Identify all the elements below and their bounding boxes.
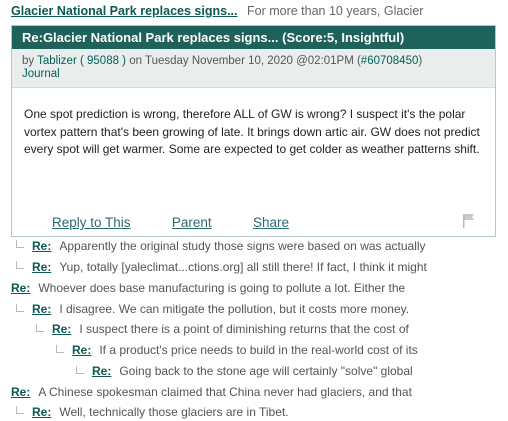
share-link[interactable]: Share: [253, 215, 289, 230]
reply-re-link[interactable]: Re:: [72, 343, 91, 357]
parent-story-link[interactable]: Glacier National Park replaces signs...: [11, 4, 238, 18]
comment-body: One spot prediction is wrong, therefore …: [24, 107, 480, 156]
author-link[interactable]: Tablizer: [37, 55, 77, 67]
reply-item: Re: I suspect there is a point of diminis…: [52, 322, 409, 336]
thread-line: [56, 345, 64, 353]
thread-line: [16, 240, 24, 248]
parent-story-snippet: For more than 10 years, Glacier: [246, 4, 424, 18]
meta-close-text: ): [418, 55, 423, 67]
reply-re-link[interactable]: Re:: [32, 260, 51, 274]
reply-to-this-link[interactable]: Reply to This: [52, 215, 131, 230]
meta-by-text: by: [22, 55, 38, 67]
reply-re-link[interactable]: Re:: [92, 364, 111, 378]
reply-snippet: Yup, totally [yaleclimat...ctions.org] a…: [59, 260, 427, 274]
reply-snippet: Apparently the original study those sign…: [59, 239, 426, 253]
reply-snippet: If a product's price needs to build in t…: [99, 343, 418, 357]
thread-line: [16, 304, 24, 312]
comment-subject[interactable]: Re:Glacier National Park replaces signs.…: [12, 26, 495, 49]
flag-icon[interactable]: [463, 214, 475, 228]
reply-item: Re: Apparently the original study those s…: [32, 239, 426, 253]
reply-re-link[interactable]: Re:: [11, 281, 30, 295]
reply-re-link[interactable]: Re:: [32, 302, 51, 316]
meta-date-text: on Tuesday November 10, 2020 @02:01PM (: [126, 55, 361, 67]
reply-item: Re: A Chinese spokesman claimed that Chin…: [11, 385, 412, 399]
reply-snippet: I suspect there is a point of diminishin…: [79, 322, 409, 336]
journal-link[interactable]: Journal: [22, 68, 60, 80]
reply-re-link[interactable]: Re:: [52, 322, 71, 336]
thread-line: [36, 324, 44, 332]
thread-line: [16, 261, 24, 269]
author-id-link[interactable]: ( 95088 ): [80, 55, 126, 67]
thread-line: [16, 406, 24, 414]
thread-line: [76, 366, 84, 374]
comment-actions: Reply to This Parent Share: [52, 215, 327, 230]
parent-story-line: Glacier National Park replaces signs... …: [11, 4, 423, 18]
reply-item: Re: Whoever does base manufacturing is go…: [11, 281, 405, 295]
reply-snippet: Well, technically those glaciers are in …: [59, 405, 289, 419]
reply-snippet: Going back to the stone age will certain…: [119, 364, 413, 378]
parent-link[interactable]: Parent: [172, 215, 212, 230]
reply-re-link[interactable]: Re:: [32, 239, 51, 253]
comment-id-link[interactable]: #60708450: [361, 55, 419, 67]
comment-box: Re:Glacier National Park replaces signs.…: [11, 25, 496, 237]
reply-re-link[interactable]: Re:: [11, 385, 30, 399]
reply-item: Re: Yup, totally [yaleclimat...ctions.org…: [32, 260, 427, 274]
reply-snippet: Whoever does base manufacturing is going…: [38, 281, 406, 295]
reply-item: Re: Going back to the stone age will cert…: [92, 364, 413, 378]
reply-snippet: I disagree. We can mitigate the pollutio…: [59, 302, 410, 316]
reply-item: Re: I disagree. We can mitigate the pollu…: [32, 302, 409, 316]
reply-snippet: A Chinese spokesman claimed that China n…: [38, 385, 412, 399]
reply-item: Re: If a product's price needs to build i…: [72, 343, 418, 357]
comment-meta: by Tablizer ( 95088 ) on Tuesday Novembe…: [12, 49, 495, 88]
reply-item: Re: Well, technically those glaciers are …: [32, 405, 289, 419]
reply-re-link[interactable]: Re:: [32, 405, 51, 419]
